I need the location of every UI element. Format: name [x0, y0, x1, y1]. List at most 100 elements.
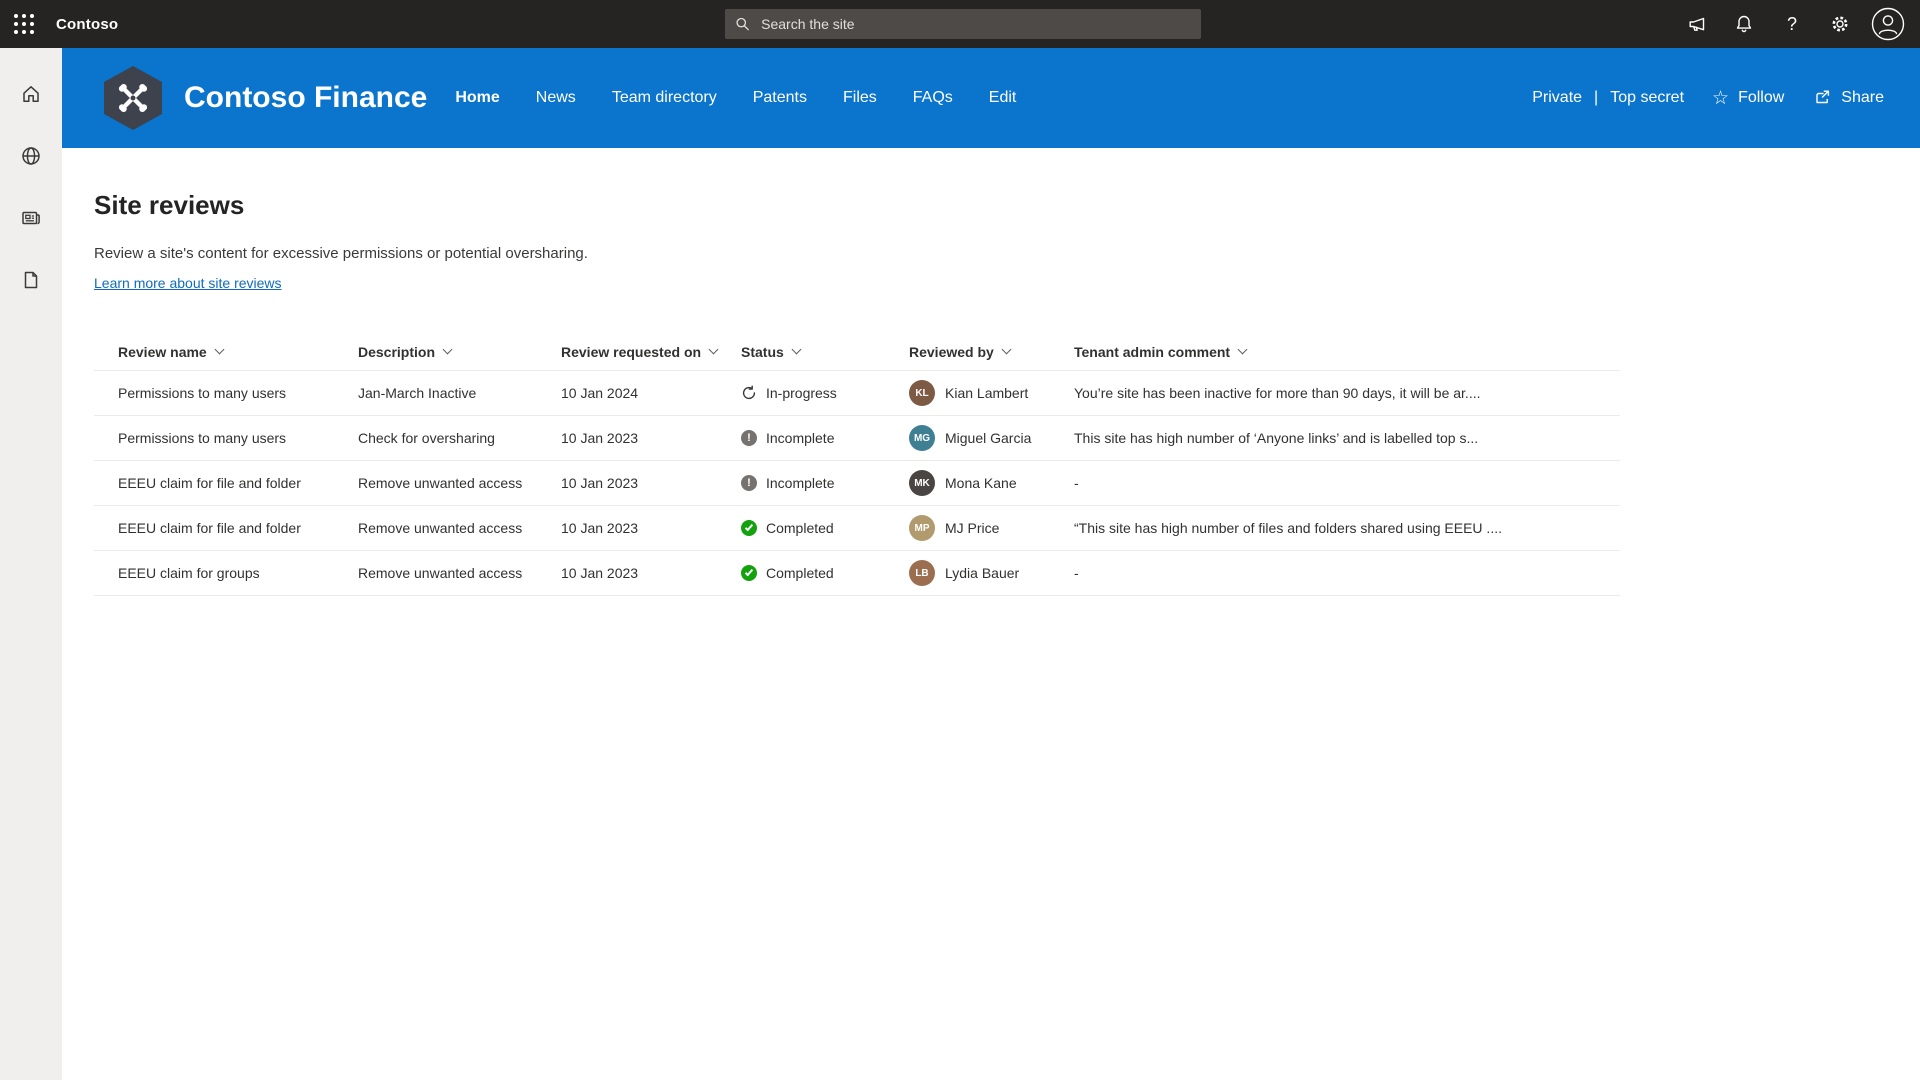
- main-content: Site reviews Review a site's content for…: [62, 148, 1920, 1080]
- column-header-reviewed-by[interactable]: Reviewed by: [885, 344, 1050, 360]
- star-icon: ☆: [1712, 89, 1729, 108]
- nav-item-home[interactable]: Home: [455, 89, 499, 107]
- learn-more-link[interactable]: Learn more about site reviews: [94, 275, 282, 291]
- cell-review-name: EEEU claim for file and folder: [94, 520, 334, 536]
- table-header-row: Review name Description Review requested…: [94, 333, 1620, 371]
- help-icon: ?: [1787, 14, 1797, 35]
- nav-item-patents[interactable]: Patents: [753, 89, 807, 107]
- cell-reviewed-by: MG Miguel Garcia: [885, 425, 1050, 451]
- cell-review-requested-on: 10 Jan 2023: [537, 475, 717, 491]
- chevron-down-icon: [443, 345, 453, 355]
- cell-reviewed-by: MK Mona Kane: [885, 470, 1050, 496]
- home-icon: [19, 82, 43, 106]
- table-row[interactable]: EEEU claim for file and folder Remove un…: [94, 461, 1620, 506]
- chevron-down-icon: [1238, 345, 1248, 355]
- table-row[interactable]: Permissions to many users Jan-March Inac…: [94, 371, 1620, 416]
- avatar: MG: [909, 425, 935, 451]
- cell-review-name: Permissions to many users: [94, 430, 334, 446]
- account-button[interactable]: [1864, 0, 1912, 48]
- site-nav: Home News Team directory Patents Files F…: [455, 89, 1016, 107]
- cell-reviewed-by: KL Kian Lambert: [885, 380, 1050, 406]
- globe-icon: [19, 144, 43, 168]
- announcements-button[interactable]: [1672, 0, 1720, 48]
- column-header-review-name[interactable]: Review name: [94, 344, 334, 360]
- cell-tenant-admin-comment: You’re site has been inactive for more t…: [1050, 385, 1620, 401]
- cell-review-name: EEEU claim for file and folder: [94, 475, 334, 491]
- settings-button[interactable]: [1816, 0, 1864, 48]
- column-header-description[interactable]: Description: [334, 344, 537, 360]
- column-header-status[interactable]: Status: [717, 344, 885, 360]
- status-label: In-progress: [766, 385, 837, 401]
- page-title: Site reviews: [94, 190, 1920, 221]
- site-logo[interactable]: [104, 66, 162, 130]
- share-icon: [1812, 88, 1832, 108]
- cell-review-name: EEEU claim for groups: [94, 565, 334, 581]
- status-label: Incomplete: [766, 430, 834, 446]
- account-icon: [1871, 7, 1905, 41]
- cell-status: In-progress: [717, 385, 885, 401]
- rail-item-news[interactable]: [15, 202, 47, 234]
- follow-label: Follow: [1738, 89, 1784, 107]
- completed-icon: [741, 565, 757, 581]
- column-header-review-requested-on[interactable]: Review requested on: [537, 344, 717, 360]
- cell-status: ! Incomplete: [717, 430, 885, 446]
- cell-review-requested-on: 10 Jan 2023: [537, 520, 717, 536]
- cell-review-requested-on: 10 Jan 2023: [537, 565, 717, 581]
- in-progress-icon: [741, 385, 757, 401]
- site-header: Contoso Finance Home News Team directory…: [62, 48, 1920, 148]
- column-header-tenant-admin-comment[interactable]: Tenant admin comment: [1050, 344, 1620, 360]
- share-button[interactable]: Share: [1812, 88, 1884, 108]
- cell-status: Completed: [717, 520, 885, 536]
- suite-app-name[interactable]: Contoso: [56, 16, 118, 33]
- hexagon-x-logo-icon: [113, 78, 153, 118]
- page-icon: [19, 268, 43, 292]
- cell-description: Remove unwanted access: [334, 565, 537, 581]
- page-description: Review a site's content for excessive pe…: [94, 245, 1920, 262]
- cell-review-name: Permissions to many users: [94, 385, 334, 401]
- reviewer-name: Kian Lambert: [945, 385, 1028, 401]
- completed-icon: [741, 520, 757, 536]
- cell-status: ! Incomplete: [717, 475, 885, 491]
- cell-tenant-admin-comment: -: [1050, 475, 1620, 491]
- nav-item-team-directory[interactable]: Team directory: [612, 89, 717, 107]
- chevron-down-icon: [791, 345, 801, 355]
- site-search[interactable]: [725, 9, 1201, 39]
- nav-item-faqs[interactable]: FAQs: [913, 89, 953, 107]
- nav-item-files[interactable]: Files: [843, 89, 877, 107]
- cell-tenant-admin-comment: “This site has high number of files and …: [1050, 520, 1620, 536]
- rail-item-home[interactable]: [15, 78, 47, 110]
- app-launcher-button[interactable]: [0, 0, 48, 48]
- megaphone-icon: [1685, 13, 1707, 35]
- avatar: KL: [909, 380, 935, 406]
- cell-tenant-admin-comment: -: [1050, 565, 1620, 581]
- reviewer-name: Lydia Bauer: [945, 565, 1019, 581]
- rail-item-pages[interactable]: [15, 264, 47, 296]
- suite-bar: Contoso ?: [0, 0, 1920, 48]
- table-row[interactable]: EEEU claim for groups Remove unwanted ac…: [94, 551, 1620, 596]
- cell-description: Remove unwanted access: [334, 520, 537, 536]
- notifications-button[interactable]: [1720, 0, 1768, 48]
- follow-button[interactable]: ☆ Follow: [1712, 89, 1784, 108]
- cell-description: Remove unwanted access: [334, 475, 537, 491]
- table-row[interactable]: EEEU claim for file and folder Remove un…: [94, 506, 1620, 551]
- help-button[interactable]: ?: [1768, 0, 1816, 48]
- cell-status: Completed: [717, 565, 885, 581]
- cell-reviewed-by: MP MJ Price: [885, 515, 1050, 541]
- nav-item-news[interactable]: News: [536, 89, 576, 107]
- site-title[interactable]: Contoso Finance: [184, 81, 427, 115]
- avatar: MP: [909, 515, 935, 541]
- left-rail: [0, 48, 62, 1080]
- rail-item-global[interactable]: [15, 140, 47, 172]
- search-input[interactable]: [759, 15, 1191, 33]
- incomplete-icon: !: [741, 475, 757, 491]
- sensitivity-label[interactable]: Top secret: [1610, 89, 1684, 107]
- cell-review-requested-on: 10 Jan 2023: [537, 430, 717, 446]
- nav-item-edit[interactable]: Edit: [989, 89, 1017, 107]
- status-label: Incomplete: [766, 475, 834, 491]
- avatar: LB: [909, 560, 935, 586]
- reviewer-name: MJ Price: [945, 520, 999, 536]
- news-icon: [19, 206, 43, 230]
- app-launcher-icon: [14, 14, 34, 34]
- incomplete-icon: !: [741, 430, 757, 446]
- table-row[interactable]: Permissions to many users Check for over…: [94, 416, 1620, 461]
